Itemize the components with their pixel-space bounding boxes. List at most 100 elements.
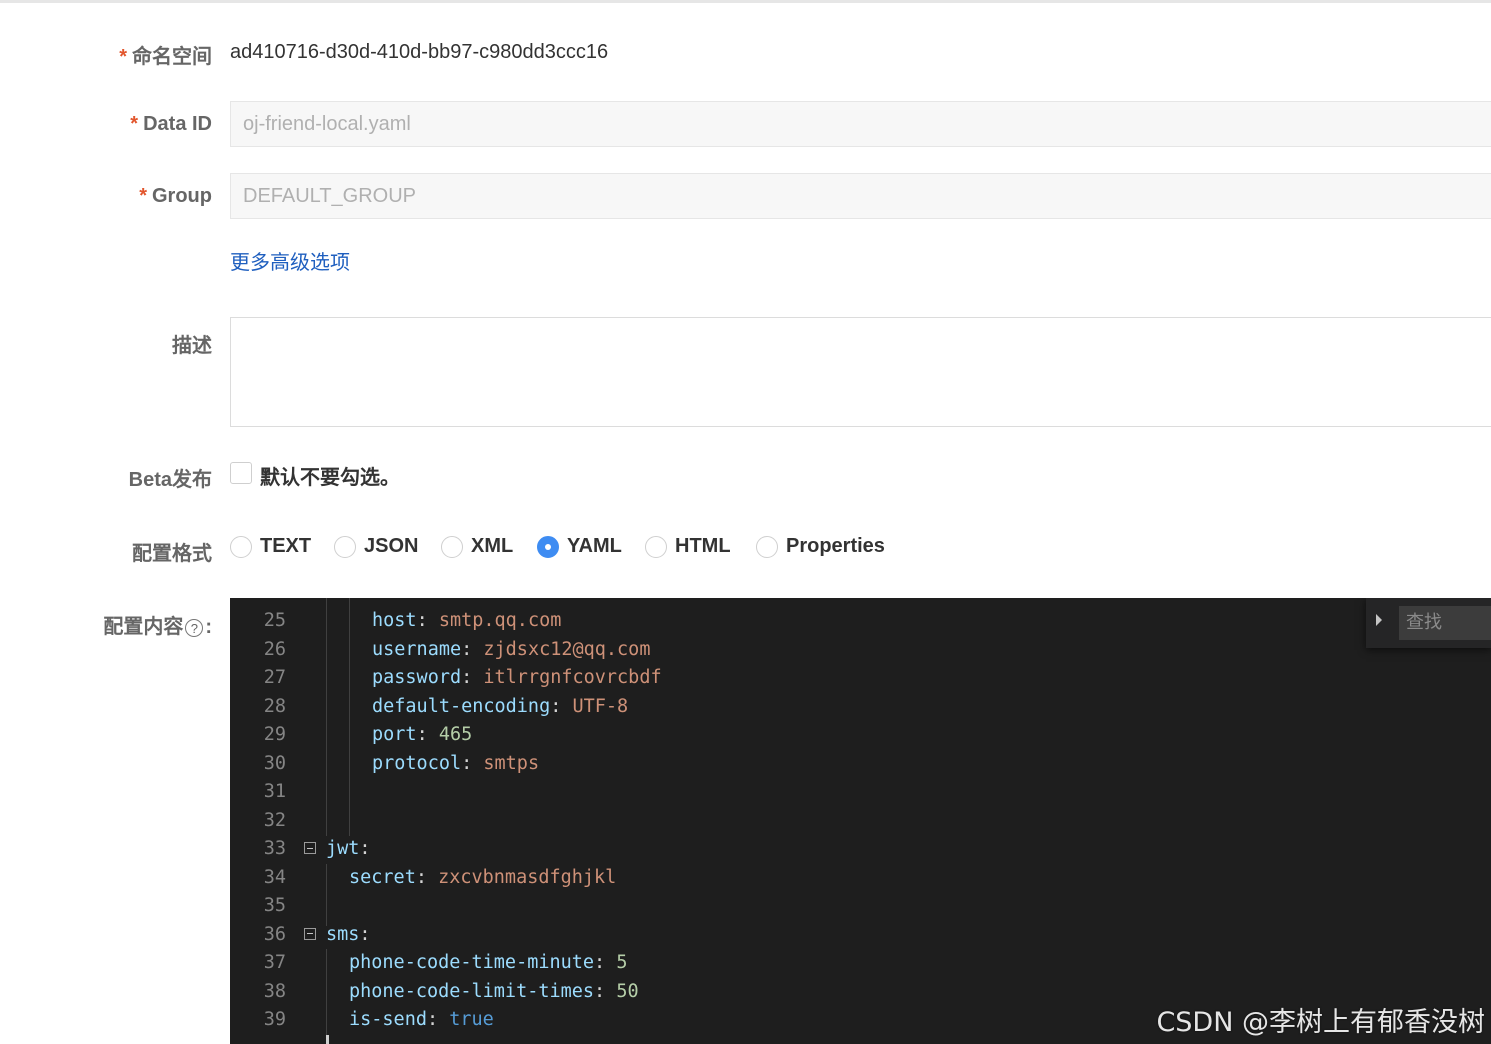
data-id-label: * Data ID [130, 113, 212, 135]
yaml-colon: : [426, 1009, 439, 1030]
radio-dot[interactable] [537, 536, 559, 558]
code-line: 37 phone-code-time-minute: 5 [230, 949, 1491, 978]
line-number: 27 [263, 667, 286, 688]
code-text: protocol: smtps [372, 750, 539, 779]
line-number: 35 [263, 895, 286, 916]
line-number: 29 [263, 724, 286, 745]
help-icon[interactable]: ? [185, 618, 204, 637]
yaml-key: is-send [349, 1009, 427, 1030]
find-input[interactable]: 查找 [1399, 606, 1491, 640]
code-line: 26 username: zjdsxc12@qq.com [230, 636, 1491, 665]
code-text: sms: [326, 921, 371, 950]
group-input[interactable]: DEFAULT_GROUP [230, 173, 1491, 219]
yaml-colon: : [416, 724, 428, 745]
yaml-value: 5 [605, 952, 628, 973]
yaml-value: smtp.qq.com [427, 610, 562, 631]
radio-dot[interactable] [230, 536, 252, 558]
fold-toggle-icon[interactable] [304, 927, 316, 940]
yaml-colon: : [461, 667, 473, 688]
yaml-colon: : [550, 695, 562, 717]
code-line: 31 [230, 778, 1491, 807]
yaml-key: port [372, 724, 417, 745]
yaml-value: UTF-8 [561, 695, 629, 717]
description-label: 描述 [172, 335, 212, 357]
line-number: 33 [263, 838, 286, 859]
format-label: 配置格式 [132, 543, 212, 565]
data-id-input[interactable]: oj-friend-local.yaml [230, 101, 1491, 147]
line-number: 30 [263, 752, 286, 774]
text-cursor [326, 1035, 329, 1044]
code-text: username: zjdsxc12@qq.com [372, 636, 650, 665]
code-line: 28 default-encoding: UTF-8 [230, 693, 1491, 722]
yaml-key: phone-code-limit-times [349, 980, 595, 1002]
yaml-key: host [372, 610, 417, 631]
line-number: 31 [263, 781, 286, 802]
code-text: phone-code-time-minute: 5 [349, 949, 627, 978]
description-textarea[interactable] [230, 317, 1491, 427]
code-line: 35 [230, 892, 1491, 921]
code-line: 32 [230, 807, 1491, 836]
yaml-colon: : [594, 952, 606, 973]
line-number: 34 [263, 866, 286, 888]
radio-dot[interactable] [441, 536, 463, 558]
code-line: 34 secret: zxcvbnmasdfghjkl [230, 864, 1491, 893]
yaml-value: zxcvbnmasdfghjkl [426, 866, 617, 888]
yaml-colon: : [461, 752, 473, 774]
beta-checkbox-label: 默认不要勾选。 [260, 467, 400, 489]
yaml-value: 50 [605, 980, 639, 1002]
code-text: port: 465 [372, 721, 472, 750]
required-mark: * [119, 46, 127, 68]
radio-dot[interactable] [756, 536, 778, 558]
advanced-options-link[interactable]: 更多高级选项 [230, 246, 350, 275]
group-label: * Group [139, 185, 212, 207]
code-text: host: smtp.qq.com [372, 607, 561, 636]
line-number: 38 [263, 980, 286, 1002]
yaml-key: default-encoding [372, 695, 551, 717]
yaml-key: secret [349, 866, 416, 888]
line-number: 39 [263, 1009, 286, 1030]
yaml-colon: : [416, 610, 428, 631]
code-line: 25 host: smtp.qq.com [230, 607, 1491, 636]
yaml-value: itlrrgnfcovrcbdf [472, 667, 662, 688]
code-line: 29 port: 465 [230, 721, 1491, 750]
code-line: 27 password: itlrrgnfcovrcbdf [230, 664, 1491, 693]
line-number: 36 [263, 923, 286, 945]
required-mark: * [130, 113, 139, 135]
find-widget: 查找 [1366, 598, 1491, 648]
yaml-colon: : [359, 838, 371, 859]
fold-toggle-icon[interactable] [304, 842, 316, 854]
top-divider [0, 0, 1491, 3]
yaml-colon: : [359, 923, 371, 945]
yaml-value: zjdsxc12@qq.com [472, 638, 651, 660]
yaml-key: protocol [372, 752, 462, 774]
yaml-value: true [438, 1009, 494, 1030]
code-editor[interactable]: 25 host: smtp.qq.com 26 username: zjdsxc12@… [230, 598, 1491, 1044]
line-number: 28 [263, 695, 286, 717]
yaml-key: sms [326, 923, 360, 945]
beta-label: Beta发布 [128, 469, 212, 491]
yaml-key: jwt [326, 838, 360, 859]
radio-dot[interactable] [645, 536, 667, 558]
code-line: 36 sms: [230, 921, 1491, 950]
code-line: 33 jwt: [230, 835, 1491, 864]
yaml-value: 465 [427, 724, 473, 745]
line-number: 25 [263, 610, 286, 631]
expand-replace-icon[interactable] [1376, 614, 1382, 626]
code-line: 30 protocol: smtps [230, 750, 1491, 779]
line-number: 26 [263, 638, 286, 660]
yaml-key: phone-code-time-minute [349, 952, 595, 973]
namespace-value: ad410716-d30d-410d-bb97-c980dd3ccc16 [230, 41, 609, 63]
yaml-colon: : [415, 866, 427, 888]
yaml-colon: : [461, 638, 473, 660]
yaml-key: password [372, 667, 462, 688]
beta-checkbox[interactable] [230, 462, 252, 484]
yaml-key: username [372, 638, 462, 660]
code-text: password: itlrrgnfcovrcbdf [372, 664, 662, 693]
code-text: default-encoding: UTF-8 [372, 693, 628, 722]
radio-dot[interactable] [334, 536, 356, 558]
code-text: is-send: true [349, 1006, 494, 1035]
watermark: CSDN @李树上有郁香没树 [1156, 1007, 1485, 1038]
required-mark: * [139, 185, 147, 207]
line-number: 32 [263, 809, 286, 831]
code-text: phone-code-limit-times: 50 [349, 978, 639, 1007]
